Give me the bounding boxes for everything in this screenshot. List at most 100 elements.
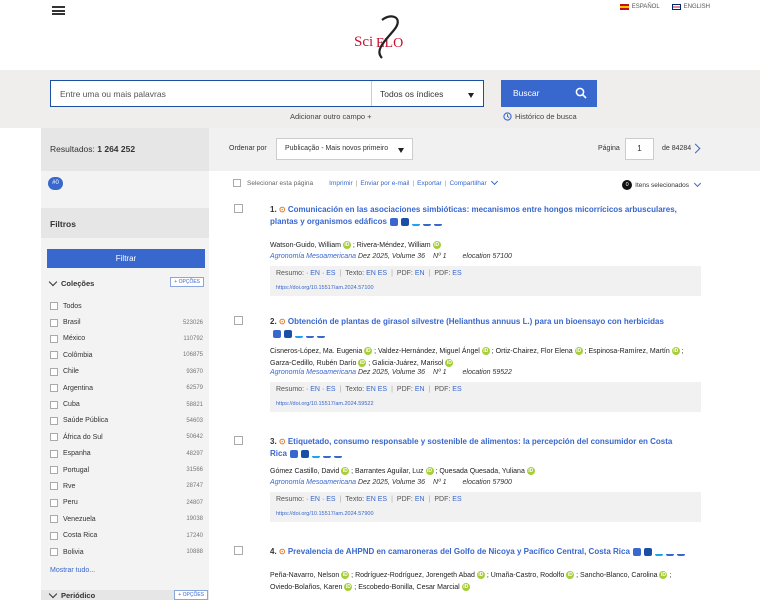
scielo-logo[interactable]: Sci ELO	[352, 14, 436, 62]
page-input[interactable]: 1	[625, 138, 654, 160]
twitter-icon[interactable]	[311, 450, 320, 458]
text-en-link[interactable]: EN	[366, 496, 376, 503]
text-es-link[interactable]: ES	[378, 270, 387, 277]
orcid-icon[interactable]: iD	[574, 347, 583, 356]
search-history-link[interactable]: Histórico de busca	[503, 112, 577, 121]
orcid-icon[interactable]: iD	[425, 467, 434, 476]
filter-button[interactable]: Filtrar	[47, 249, 205, 268]
author-name[interactable]: Garza-Cedillo, Rubén Darío	[270, 360, 356, 367]
orcid-icon[interactable]: iD	[461, 582, 470, 591]
abstract-en-link[interactable]: EN	[310, 270, 320, 277]
collection-item[interactable]: México 110792	[50, 331, 205, 347]
collections-header[interactable]: Coleções + OPÇÕES	[48, 277, 205, 288]
doi-link[interactable]: https://doi.org/10.15517/am.2024.57900	[276, 511, 695, 517]
author-name[interactable]: Umaña-Castro, Rodolfo	[491, 572, 565, 579]
lang-en[interactable]: ENGLISH	[671, 4, 710, 10]
pdf-en-link[interactable]: EN	[415, 270, 425, 277]
metrics-icon[interactable]	[676, 548, 685, 556]
collection-checkbox[interactable]	[50, 351, 58, 360]
orcid-icon[interactable]: iD	[341, 571, 350, 580]
journal-name[interactable]: Agronomía Mesoamericana	[270, 253, 356, 260]
pdf-en-link[interactable]: EN	[415, 386, 425, 393]
abstract-en-link[interactable]: EN	[310, 496, 320, 503]
facebook-icon[interactable]	[400, 217, 409, 226]
journal-name[interactable]: Agronomía Mesoamericana	[270, 369, 356, 376]
twitter-icon[interactable]	[654, 548, 663, 556]
print-link[interactable]: Imprimir	[329, 180, 352, 187]
doi-link[interactable]: https://doi.org/10.15517/am.2024.57100	[276, 285, 695, 291]
metrics-icon[interactable]	[433, 218, 442, 226]
collection-item[interactable]: Argentina 62579	[50, 380, 205, 396]
collection-item[interactable]: Peru 24807	[50, 495, 205, 511]
collection-item[interactable]: Cuba 58821	[50, 396, 205, 412]
orcid-icon[interactable]: iD	[481, 347, 490, 356]
collection-item[interactable]: Colômbia 106875	[50, 347, 205, 363]
facebook-icon[interactable]	[284, 329, 292, 338]
author-name[interactable]: Ortiz-Chairez, Flor Elena	[496, 348, 573, 355]
orcid-icon[interactable]: iD	[341, 467, 350, 476]
search-button[interactable]: Buscar	[501, 80, 597, 107]
collection-checkbox[interactable]	[50, 384, 58, 393]
text-en-link[interactable]: EN	[366, 386, 376, 393]
author-name[interactable]: Gómez Castillo, David	[270, 468, 339, 475]
metrics-icon[interactable]	[317, 330, 325, 338]
author-name[interactable]: Quesada Quesada, Yuliana	[439, 468, 525, 475]
pdf-es-link[interactable]: ES	[452, 386, 461, 393]
collection-item[interactable]: África do Sul 50642	[50, 429, 205, 445]
twitter-icon[interactable]	[295, 330, 303, 338]
result-title[interactable]: Prevalencia de AHPND en camaroneras del …	[288, 547, 630, 556]
orcid-icon[interactable]: iD	[445, 358, 454, 367]
add-field-link[interactable]: Adicionar outro campo +	[290, 112, 372, 121]
mendeley-icon[interactable]	[273, 329, 281, 338]
index-select[interactable]: Todos os índices	[371, 81, 483, 106]
author-name[interactable]: Watson-Guido, William	[270, 242, 341, 249]
pdf-es-link[interactable]: ES	[452, 496, 461, 503]
orcid-icon[interactable]: iD	[342, 241, 351, 250]
periodicos-options-button[interactable]: + OPÇÕES	[174, 590, 208, 600]
collection-item[interactable]: Todos	[50, 298, 205, 314]
facebook-icon[interactable]	[643, 547, 652, 556]
collection-checkbox[interactable]	[50, 433, 58, 442]
result-checkbox[interactable]	[234, 204, 243, 213]
collection-item[interactable]: Portugal 31566	[50, 462, 205, 478]
text-es-link[interactable]: ES	[378, 386, 387, 393]
orcid-icon[interactable]: iD	[364, 347, 373, 356]
author-name[interactable]: Espinosa-Ramírez, Martín	[588, 348, 669, 355]
orcid-icon[interactable]: iD	[344, 582, 353, 591]
author-name[interactable]: Rivera-Méndez, William	[357, 242, 431, 249]
author-name[interactable]: Rodríguez-Rodríguez, Jorengeth Abad	[355, 572, 475, 579]
share-icon[interactable]	[665, 548, 674, 556]
abstract-en-link[interactable]: EN	[310, 386, 320, 393]
collection-item[interactable]: Espanha 48297	[50, 446, 205, 462]
collection-item[interactable]: Saúde Pública 54603	[50, 413, 205, 429]
author-name[interactable]: Barrantes Aguilar, Luz	[355, 468, 424, 475]
orcid-icon[interactable]: iD	[659, 571, 668, 580]
author-name[interactable]: Galicia-Juárez, Marisol	[372, 360, 443, 367]
select-page-checkbox[interactable]	[233, 179, 241, 187]
export-link[interactable]: Exportar	[417, 180, 442, 187]
periodicos-header[interactable]: Periódico + OPÇÕES	[41, 589, 209, 600]
share-icon[interactable]	[422, 218, 431, 226]
collection-checkbox[interactable]	[50, 449, 58, 458]
text-en-link[interactable]: EN	[366, 270, 376, 277]
collection-checkbox[interactable]	[50, 515, 58, 524]
collection-checkbox[interactable]	[50, 531, 58, 540]
result-title[interactable]: Comunicación en las asociaciones simbiót…	[270, 205, 677, 226]
author-name[interactable]: Escobedo-Bonilla, Cesar Marcial	[358, 584, 460, 591]
hamburger-menu-icon[interactable]	[52, 6, 65, 15]
abstract-es-link[interactable]: ES	[326, 496, 335, 503]
result-checkbox[interactable]	[234, 546, 243, 555]
author-name[interactable]: Sancho-Blanco, Carolina	[580, 572, 657, 579]
collection-checkbox[interactable]	[50, 302, 58, 311]
lang-es[interactable]: ESPAÑOL	[619, 4, 660, 10]
pdf-en-link[interactable]: EN	[415, 496, 425, 503]
collection-item[interactable]: Chile 93670	[50, 364, 205, 380]
collection-checkbox[interactable]	[50, 400, 58, 409]
collection-checkbox[interactable]	[50, 367, 58, 376]
result-checkbox[interactable]	[234, 316, 243, 325]
result-checkbox[interactable]	[234, 436, 243, 445]
journal-name[interactable]: Agronomía Mesoamericana	[270, 479, 356, 486]
collection-item[interactable]: Bolivia 10888	[50, 544, 205, 560]
collection-checkbox[interactable]	[50, 466, 58, 475]
collection-checkbox[interactable]	[50, 318, 58, 327]
